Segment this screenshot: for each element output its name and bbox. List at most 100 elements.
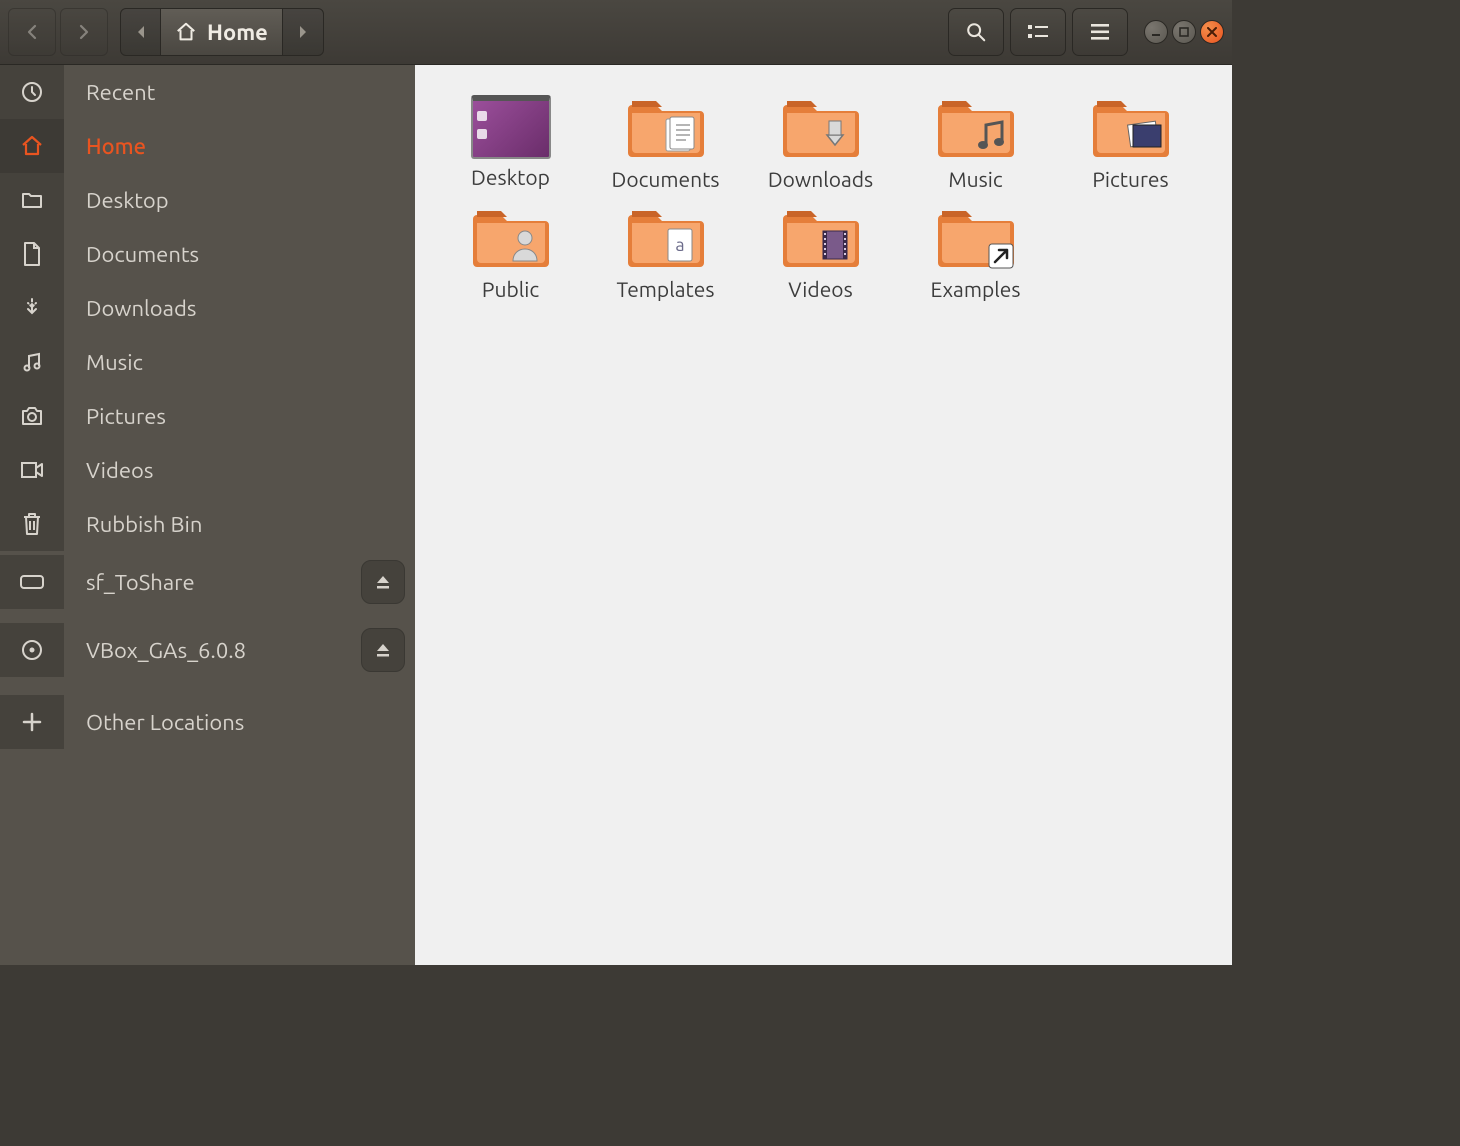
back-button[interactable] <box>8 8 56 56</box>
trash-icon <box>21 511 43 537</box>
close-icon <box>1207 27 1217 37</box>
headerbar: Home <box>0 0 1232 65</box>
icon-grid: Desktop Documents Downloads <box>443 85 1204 301</box>
video-icon <box>20 460 44 480</box>
sidebar-item-desktop[interactable]: Desktop <box>0 173 415 227</box>
disc-icon <box>20 638 44 662</box>
sidebar-item-documents[interactable]: Documents <box>0 227 415 281</box>
path-segment-home[interactable]: Home <box>161 9 283 55</box>
sidebar-item-label: Recent <box>64 80 415 105</box>
grid-item-label: Public <box>482 277 539 301</box>
sidebar-item-home[interactable]: Home <box>0 119 415 173</box>
sidebar-item-sftoshare[interactable]: sf_ToShare <box>0 555 415 609</box>
triangle-left-icon <box>136 25 146 39</box>
grid-item-label: Examples <box>931 277 1021 301</box>
sidebar-item-label: Documents <box>64 242 415 267</box>
content-pane[interactable]: Desktop Documents Downloads <box>415 65 1232 965</box>
list-view-icon <box>1026 22 1050 42</box>
sidebar-item-label: Videos <box>64 458 415 483</box>
forward-button[interactable] <box>60 8 108 56</box>
folder-icon <box>471 201 551 271</box>
nav-buttons <box>8 8 108 56</box>
folder-icon <box>781 201 861 271</box>
grid-item-videos[interactable]: Videos <box>753 195 888 301</box>
music-overlay-icon <box>970 115 1010 155</box>
search-icon <box>965 21 987 43</box>
sidebar-item-label: Rubbish Bin <box>64 512 415 537</box>
path-prev-button[interactable] <box>121 9 161 55</box>
sidebar-item-videos[interactable]: Videos <box>0 443 415 497</box>
chevron-left-icon <box>24 24 40 40</box>
sidebar-item-label: Downloads <box>64 296 415 321</box>
shortcut-arrow-icon <box>988 236 1014 276</box>
window-controls <box>1144 20 1224 44</box>
main-body: Recent Home Desktop Documents Downloads … <box>0 65 1232 965</box>
sidebar: Recent Home Desktop Documents Downloads … <box>0 65 415 965</box>
close-button[interactable] <box>1200 20 1224 44</box>
sidebar-item-trash[interactable]: Rubbish Bin <box>0 497 415 551</box>
pictures-overlay-icon <box>1125 115 1165 155</box>
plus-icon <box>21 711 43 733</box>
sidebar-item-music[interactable]: Music <box>0 335 415 389</box>
grid-item-label: Templates <box>617 277 715 301</box>
maximize-button[interactable] <box>1172 20 1196 44</box>
document-icon <box>21 241 43 267</box>
music-icon <box>20 350 44 374</box>
grid-item-label: Pictures <box>1092 167 1168 191</box>
grid-item-music[interactable]: Music <box>908 85 1043 191</box>
triangle-right-icon <box>298 25 308 39</box>
sidebar-item-downloads[interactable]: Downloads <box>0 281 415 335</box>
folder-icon <box>936 201 1016 271</box>
sidebar-item-vbox[interactable]: VBox_GAs_6.0.8 <box>0 623 415 677</box>
grid-item-label: Videos <box>788 277 852 301</box>
film-overlay-icon <box>815 225 855 265</box>
chevron-right-icon <box>76 24 92 40</box>
pathbar: Home <box>120 8 324 56</box>
home-icon <box>175 21 197 43</box>
eject-button[interactable] <box>361 560 405 604</box>
maximize-icon <box>1179 27 1189 37</box>
folder-icon <box>936 91 1016 161</box>
grid-item-examples[interactable]: Examples <box>908 195 1043 301</box>
desktop-icon <box>471 95 551 159</box>
grid-item-downloads[interactable]: Downloads <box>753 85 888 191</box>
grid-item-public[interactable]: Public <box>443 195 578 301</box>
grid-item-templates[interactable]: a Templates <box>598 195 733 301</box>
sidebar-item-recent[interactable]: Recent <box>0 65 415 119</box>
grid-item-label: Music <box>948 167 1002 191</box>
grid-item-label: Documents <box>612 167 720 191</box>
minimize-button[interactable] <box>1144 20 1168 44</box>
drive-icon <box>19 572 45 592</box>
sidebar-item-other-locations[interactable]: Other Locations <box>0 695 415 749</box>
minimize-icon <box>1151 27 1161 37</box>
view-toggle-button[interactable] <box>1010 8 1066 56</box>
camera-icon <box>20 405 44 427</box>
eject-button[interactable] <box>361 628 405 672</box>
grid-item-documents[interactable]: Documents <box>598 85 733 191</box>
folder-icon <box>20 188 44 212</box>
clock-icon <box>20 80 44 104</box>
search-button[interactable] <box>948 8 1004 56</box>
grid-item-pictures[interactable]: Pictures <box>1063 85 1198 191</box>
hamburger-icon <box>1090 23 1110 41</box>
sidebar-item-label: VBox_GAs_6.0.8 <box>64 638 361 663</box>
path-label: Home <box>207 20 268 45</box>
path-next-button[interactable] <box>283 9 323 55</box>
template-overlay-icon: a <box>660 225 700 265</box>
sidebar-item-label: Other Locations <box>64 710 415 735</box>
grid-item-label: Desktop <box>471 165 550 189</box>
sidebar-item-pictures[interactable]: Pictures <box>0 389 415 443</box>
sidebar-item-label: Home <box>64 134 415 159</box>
eject-icon <box>374 641 392 659</box>
sidebar-item-label: sf_ToShare <box>64 570 361 595</box>
folder-icon <box>626 91 706 161</box>
hamburger-menu-button[interactable] <box>1072 8 1128 56</box>
svg-text:a: a <box>675 235 684 255</box>
download-icon <box>20 296 44 320</box>
grid-item-desktop[interactable]: Desktop <box>443 85 578 191</box>
sidebar-item-label: Music <box>64 350 415 375</box>
download-overlay-icon <box>815 115 855 155</box>
home-icon <box>20 134 44 158</box>
folder-icon <box>781 91 861 161</box>
person-overlay-icon <box>505 225 545 265</box>
